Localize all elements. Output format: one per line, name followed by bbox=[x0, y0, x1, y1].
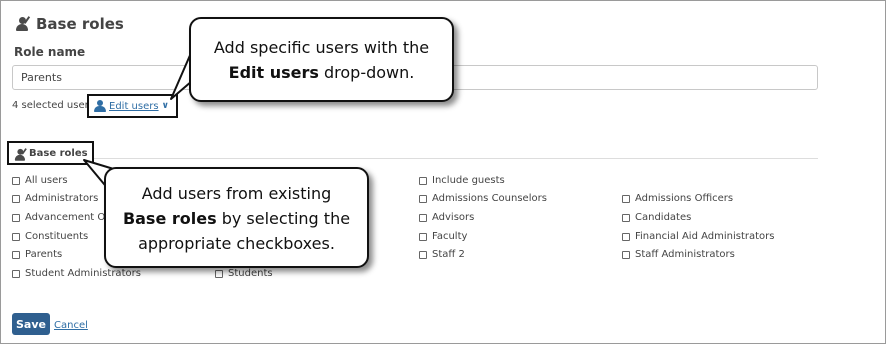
page-title: Base roles bbox=[36, 15, 124, 33]
checkbox-admissions-officers[interactable]: Admissions Officers bbox=[622, 193, 733, 204]
checkbox-admissions-counselors[interactable]: Admissions Counselors bbox=[419, 193, 547, 204]
checkbox-icon[interactable] bbox=[622, 232, 630, 241]
checkbox-students[interactable]: Students bbox=[215, 268, 273, 279]
selected-users-count: 4 selected users bbox=[12, 100, 94, 111]
checkbox-label: Constituents bbox=[25, 231, 89, 242]
checkbox-staff-2[interactable]: Staff 2 bbox=[419, 249, 465, 260]
checkbox-faculty[interactable]: Faculty bbox=[419, 231, 467, 242]
section-divider bbox=[12, 158, 818, 159]
callout-text: appropriate checkboxes. bbox=[138, 234, 335, 253]
checkbox-icon[interactable] bbox=[12, 232, 20, 241]
base-roles-section-title: Base roles bbox=[29, 147, 88, 159]
user-role-icon bbox=[14, 147, 27, 161]
checkbox-label: All users bbox=[25, 175, 68, 186]
checkbox-icon[interactable] bbox=[419, 250, 427, 259]
checkbox-icon[interactable] bbox=[12, 194, 20, 203]
checkbox-label: Students bbox=[228, 268, 273, 279]
cancel-link[interactable]: Cancel bbox=[54, 320, 88, 331]
checkbox-icon[interactable] bbox=[419, 232, 427, 241]
checkbox-icon[interactable] bbox=[215, 269, 223, 278]
checkbox-include-guests[interactable]: Include guests bbox=[419, 175, 505, 186]
callout-base-roles: Add users from existing Base roles by se… bbox=[104, 167, 369, 268]
callout-edit-users: Add specific users with the Edit users d… bbox=[189, 17, 454, 102]
page-header: Base roles bbox=[15, 15, 124, 33]
callout-text: Add specific users with the bbox=[213, 38, 430, 57]
checkbox-label: Admissions Counselors bbox=[432, 193, 547, 204]
checkbox-constituents[interactable]: Constituents bbox=[12, 231, 88, 242]
checkbox-all-users[interactable]: All users bbox=[12, 175, 68, 186]
callout-text: Add users from existing bbox=[141, 184, 332, 203]
checkbox-financial-aid-administrators[interactable]: Financial Aid Administrators bbox=[622, 231, 775, 242]
user-role-icon bbox=[15, 16, 31, 32]
checkbox-icon[interactable] bbox=[12, 213, 20, 222]
checkbox-staff-administrators[interactable]: Staff Administrators bbox=[622, 249, 735, 260]
checkbox-label: Staff 2 bbox=[432, 249, 465, 260]
checkbox-label: Parents bbox=[25, 249, 63, 260]
callout-text: Edit users drop-down. bbox=[228, 63, 415, 82]
checkbox-icon[interactable] bbox=[622, 194, 630, 203]
checkbox-icon[interactable] bbox=[419, 213, 427, 222]
checkbox-icon[interactable] bbox=[12, 176, 20, 185]
user-icon bbox=[94, 100, 106, 112]
window-frame: Base roles Role name 4 selected users Ed… bbox=[0, 0, 886, 344]
checkbox-parents[interactable]: Parents bbox=[12, 249, 62, 260]
checkbox-advisors[interactable]: Advisors bbox=[419, 212, 474, 223]
checkbox-icon[interactable] bbox=[622, 250, 630, 259]
checkbox-label: Include guests bbox=[432, 175, 505, 186]
checkbox-student-administrators[interactable]: Student Administrators bbox=[12, 268, 141, 279]
checkbox-label: Student Administrators bbox=[25, 268, 141, 279]
checkbox-icon[interactable] bbox=[419, 176, 427, 185]
save-button[interactable]: Save bbox=[12, 313, 50, 335]
checkbox-label: Admissions Officers bbox=[635, 193, 734, 204]
checkbox-candidates[interactable]: Candidates bbox=[622, 212, 691, 223]
callout-text: Base roles by selecting the bbox=[122, 209, 351, 228]
role-name-label: Role name bbox=[14, 45, 86, 59]
checkbox-icon[interactable] bbox=[12, 269, 20, 278]
checkbox-label: Staff Administrators bbox=[635, 249, 735, 260]
checkbox-label: Candidates bbox=[635, 212, 692, 223]
checkbox-icon[interactable] bbox=[622, 213, 630, 222]
checkbox-icon[interactable] bbox=[12, 250, 20, 259]
checkbox-label: Faculty bbox=[432, 231, 468, 242]
checkbox-icon[interactable] bbox=[419, 194, 427, 203]
checkbox-label: Advisors bbox=[432, 212, 475, 223]
checkbox-label: Financial Aid Administrators bbox=[635, 231, 775, 242]
